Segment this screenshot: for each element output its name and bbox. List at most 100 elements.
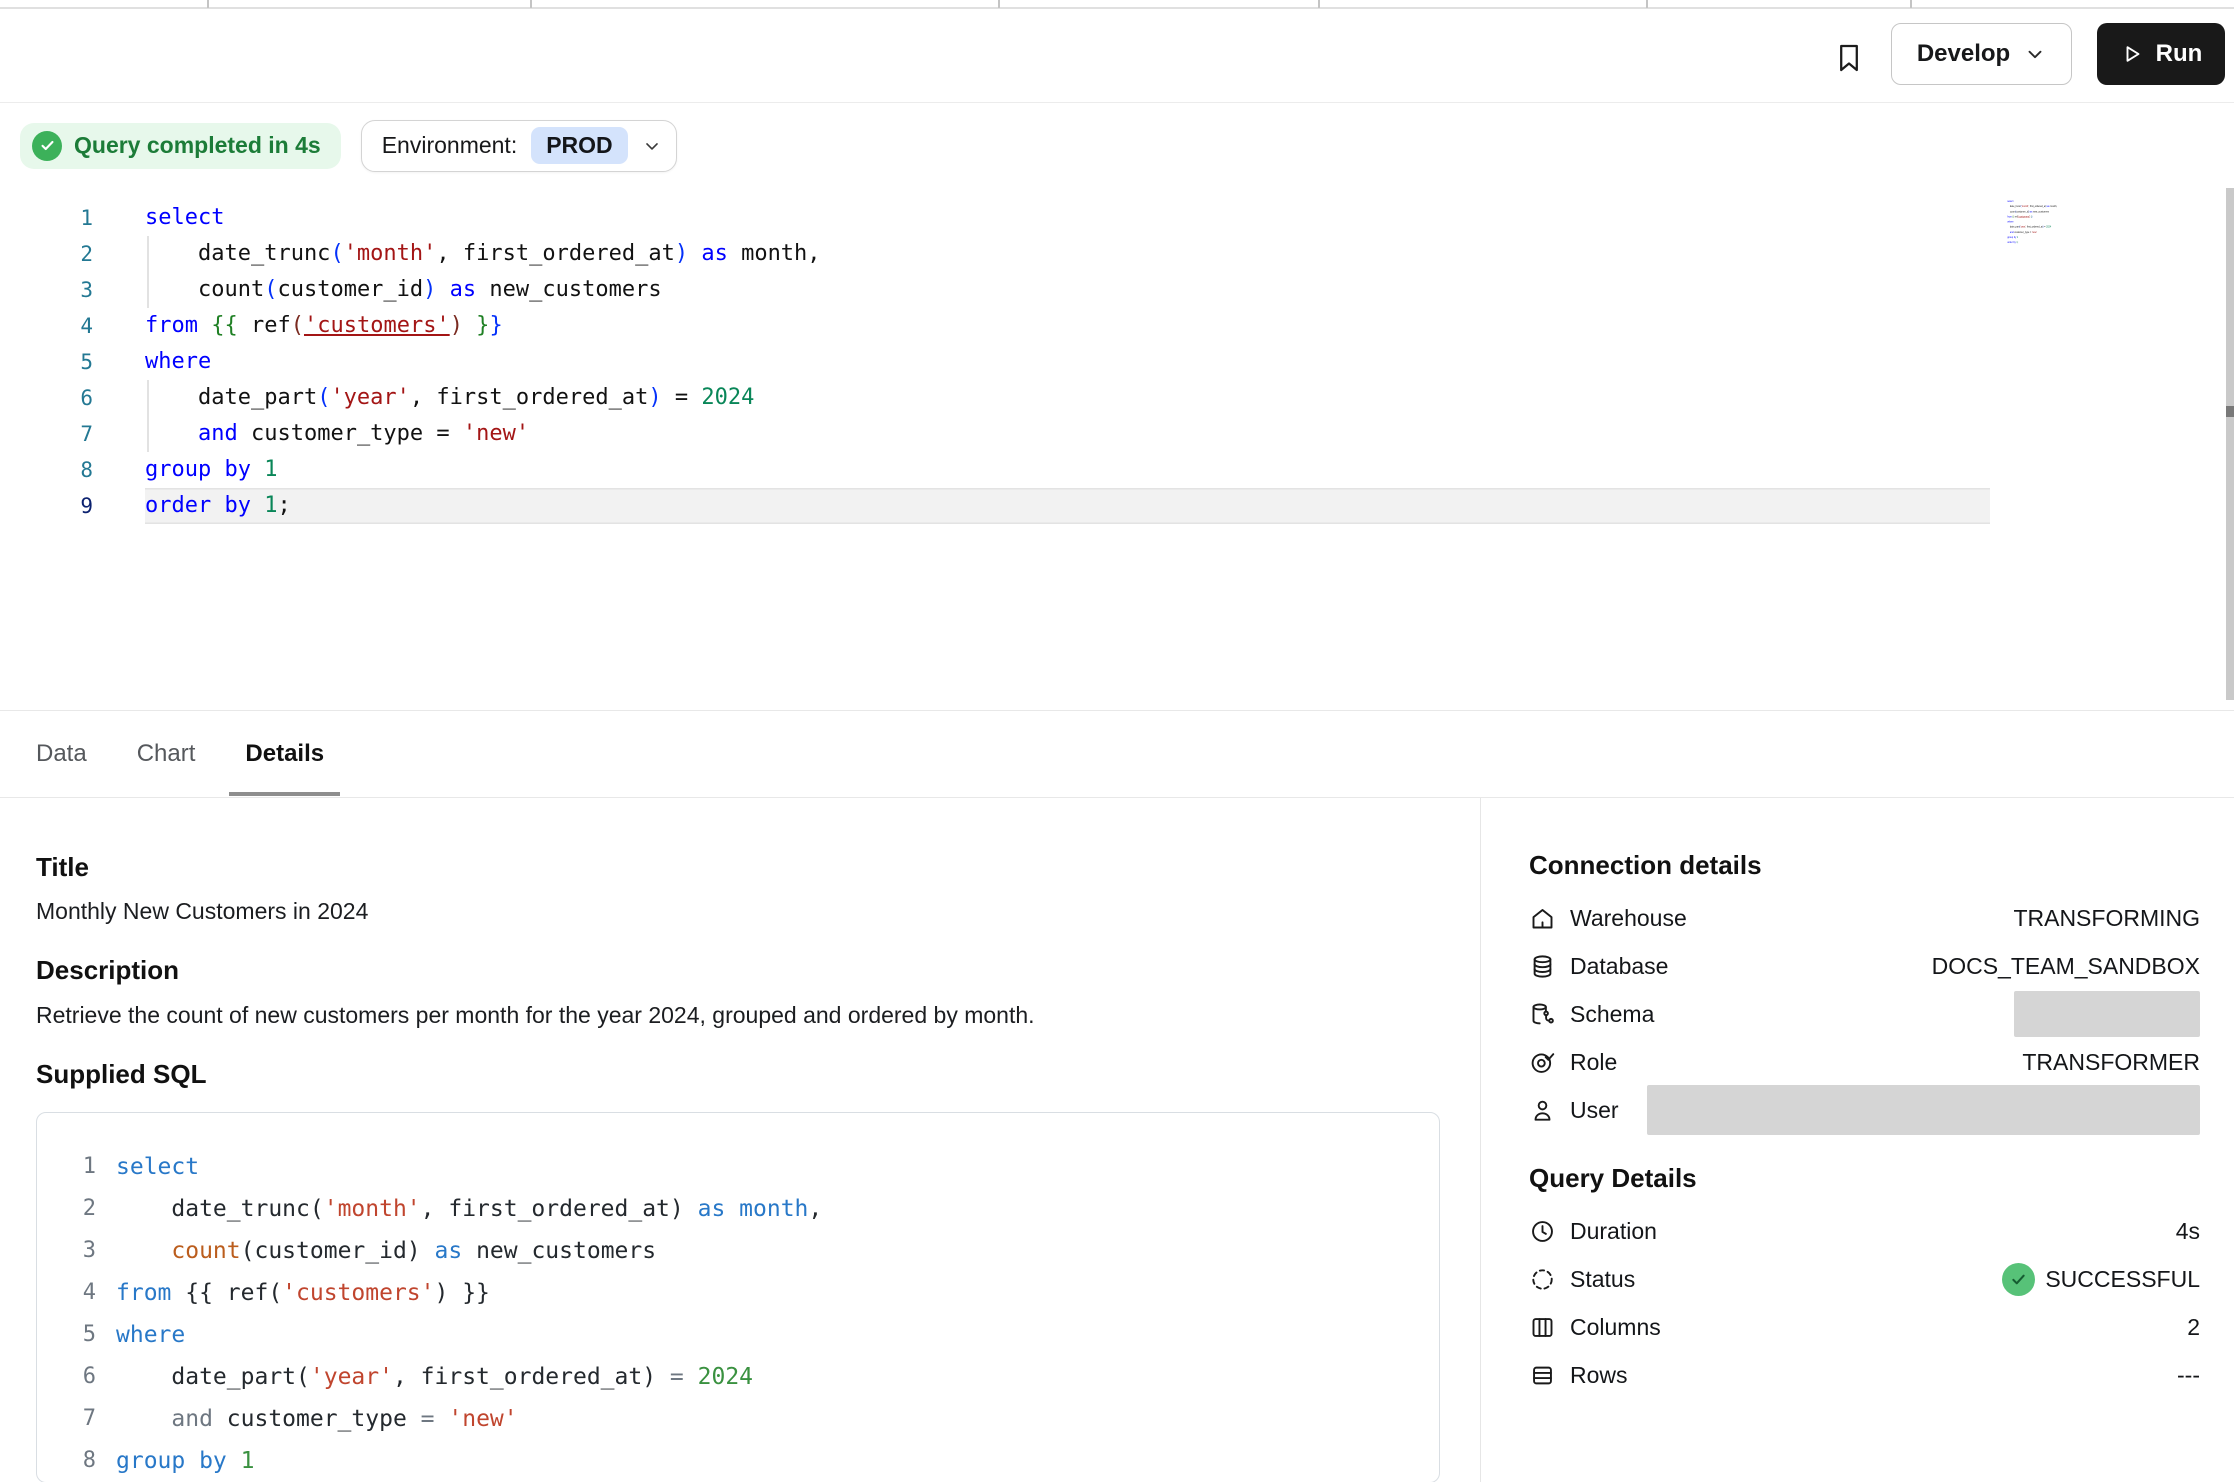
line-number: 2	[0, 236, 93, 272]
code-line-text[interactable]: count(customer_id) as new_customers	[116, 1230, 1439, 1272]
code-line-text[interactable]: group by 1	[116, 1440, 1439, 1482]
code-line-8[interactable]: 8group by 1	[37, 1440, 1439, 1482]
code-line-4[interactable]: 4 from {{ ref('customers') }}	[0, 308, 1990, 344]
chevron-down-icon	[642, 136, 662, 156]
tab-divider	[207, 0, 209, 8]
code-line-text[interactable]: and customer_type = 'new'	[116, 1398, 1439, 1440]
tab-details[interactable]: Details	[245, 711, 324, 797]
editor-minimap[interactable]: 1select2 date_trunc('month', first_order…	[2000, 199, 2120, 255]
code-line-2[interactable]: 2 date_trunc('month', first_ordered_at) …	[0, 236, 1990, 272]
code-line-text[interactable]: date_trunc('month', first_ordered_at) as…	[145, 236, 1990, 272]
description-value: Retrieve the count of new customers per …	[36, 1000, 1440, 1030]
editor-code-area[interactable]: 1select2 date_trunc('month', first_order…	[0, 200, 1990, 524]
user-label: User	[1570, 1097, 1619, 1124]
code-line-text[interactable]: group by 1	[145, 452, 1990, 488]
supplied-sql-heading: Supplied SQL	[36, 1058, 1440, 1090]
schema-label: Schema	[1570, 1001, 1654, 1028]
code-line-1[interactable]: 1select	[37, 1146, 1439, 1188]
code-line-4[interactable]: 4from {{ ref('customers') }}	[37, 1272, 1439, 1314]
line-number: 4	[0, 308, 93, 344]
results-tabs: Data Chart Details	[0, 710, 2234, 798]
browser-tab-strip	[0, 0, 2234, 9]
code-line-text[interactable]: from {{ ref('customers') }}	[145, 308, 1990, 344]
schema-redacted-value	[2014, 991, 2200, 1037]
line-number: 3	[0, 272, 93, 308]
role-icon	[1529, 1049, 1556, 1076]
code-line-9[interactable]: 9order by 1;	[2000, 240, 2120, 245]
code-line-text[interactable]: count(customer_id) as new_customers	[145, 272, 1990, 308]
warehouse-value: TRANSFORMING	[2013, 905, 2200, 932]
sql-editor[interactable]: 1select2 date_trunc('month', first_order…	[0, 188, 2234, 710]
user-redacted-value	[1647, 1085, 2200, 1135]
environment-value-chip: PROD	[531, 127, 627, 164]
user-row: User	[1529, 1086, 2200, 1134]
code-line-5[interactable]: 5 where	[37, 1314, 1439, 1356]
code-line-text[interactable]: date_trunc('month', first_ordered_at) as…	[116, 1188, 1439, 1230]
duration-value: 4s	[2176, 1218, 2200, 1245]
code-line-7[interactable]: 7 and customer_type = 'new'	[37, 1398, 1439, 1440]
line-number: 8	[0, 452, 93, 488]
code-line-text[interactable]: order by 1;	[145, 488, 1990, 524]
status-row: Query completed in 4s Environment: PROD	[0, 103, 2234, 188]
duration-label: Duration	[1570, 1218, 1657, 1245]
code-line-text[interactable]: where	[116, 1314, 1439, 1356]
code-line-3[interactable]: 3 count(customer_id) as new_customers	[0, 272, 1990, 308]
line-number: 9	[0, 488, 93, 524]
editor-scrollbar[interactable]	[2226, 188, 2234, 700]
line-number: 5	[37, 1314, 96, 1356]
database-label: Database	[1570, 953, 1668, 980]
code-line-text[interactable]: select	[116, 1146, 1439, 1188]
code-line-text[interactable]: from {{ ref('customers') }}	[116, 1272, 1439, 1314]
role-value: TRANSFORMER	[2022, 1049, 2200, 1076]
toolbar: Develop Run	[0, 11, 2234, 103]
indent-guide	[147, 380, 149, 452]
query-status-text: Query completed in 4s	[74, 132, 321, 159]
line-number: 2	[37, 1188, 96, 1230]
tab-data[interactable]: Data	[36, 711, 87, 797]
code-line-6[interactable]: 6 date_part('year', first_ordered_at) = …	[37, 1356, 1439, 1398]
success-check-icon	[2002, 1263, 2035, 1296]
rows-row: Rows---	[1529, 1351, 2200, 1399]
clock-icon	[1529, 1218, 1556, 1245]
code-line-7[interactable]: 7 and customer_type = 'new'	[0, 416, 1990, 452]
code-line-9[interactable]: 9 order by 1;	[0, 488, 1990, 524]
code-line-text[interactable]: date_part('year', first_ordered_at) = 20…	[145, 380, 1990, 416]
schema-row: Schema	[1529, 990, 2200, 1038]
warehouse-icon	[1529, 905, 1556, 932]
code-line-3[interactable]: 3 count(customer_id) as new_customers	[37, 1230, 1439, 1272]
code-line-text[interactable]: and customer_type = 'new'	[145, 416, 1990, 452]
database-icon	[1529, 953, 1556, 980]
code-line-text[interactable]: order by 1;	[2007, 240, 2120, 245]
supplied-sql-code-block: 1select2 date_trunc('month', first_order…	[36, 1112, 1440, 1482]
code-line-2[interactable]: 2 date_trunc('month', first_ordered_at) …	[37, 1188, 1439, 1230]
code-line-8[interactable]: 8 group by 1	[0, 452, 1990, 488]
line-number: 6	[37, 1356, 96, 1398]
status-row: StatusSUCCESSFUL	[1529, 1255, 2200, 1303]
code-line-6[interactable]: 6 date_part('year', first_ordered_at) = …	[0, 380, 1990, 416]
columns-label: Columns	[1570, 1314, 1661, 1341]
duration-row: Duration 4s	[1529, 1207, 2200, 1255]
environment-selector[interactable]: Environment: PROD	[361, 120, 677, 172]
description-heading: Description	[36, 954, 1440, 986]
run-label: Run	[2156, 40, 2203, 68]
scrollbar-cursor-mark	[2226, 406, 2234, 417]
code-line-1[interactable]: 1select	[0, 200, 1990, 236]
code-line-5[interactable]: 5where	[0, 344, 1990, 380]
code-line-text[interactable]: where	[145, 344, 1990, 380]
columns-row: Columns2	[1529, 1303, 2200, 1351]
title-value: Monthly New Customers in 2024	[36, 896, 1440, 926]
code-line-text[interactable]: select	[145, 200, 1990, 236]
tab-divider	[1318, 0, 1320, 8]
tab-chart[interactable]: Chart	[137, 711, 196, 797]
rows-icon	[1529, 1362, 1556, 1389]
line-number: 6	[0, 380, 93, 416]
query-metadata-panel: Title Monthly New Customers in 2024 Desc…	[0, 798, 1480, 1482]
code-line-text[interactable]: date_part('year', first_ordered_at) = 20…	[116, 1356, 1439, 1398]
role-row: RoleTRANSFORMER	[1529, 1038, 2200, 1086]
rows-value: ---	[2177, 1362, 2200, 1389]
develop-dropdown-button[interactable]: Develop	[1891, 23, 2072, 85]
user-value	[1647, 1085, 2200, 1135]
bookmark-button[interactable]	[1829, 38, 1869, 78]
run-button[interactable]: Run	[2097, 23, 2225, 85]
warehouse-label: Warehouse	[1570, 905, 1687, 932]
